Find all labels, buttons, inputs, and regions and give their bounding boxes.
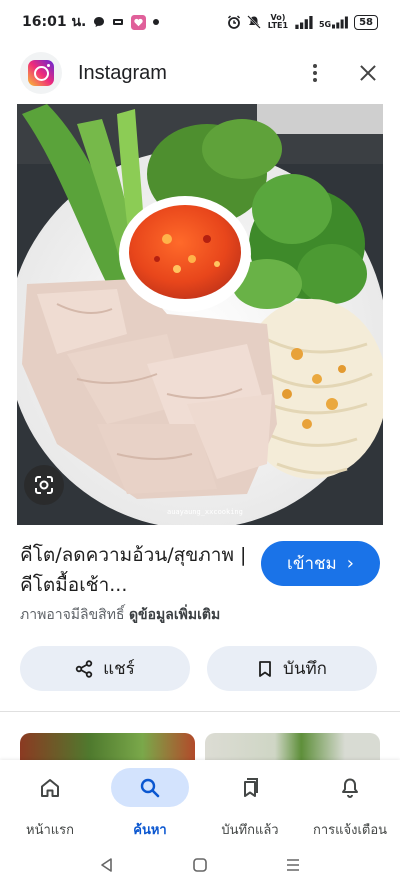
status-right: Vo) LTE1 5G 58 bbox=[227, 14, 378, 30]
saved-bookmarks-icon bbox=[211, 768, 289, 807]
network-5g-signal: 5G bbox=[319, 16, 348, 29]
result-image[interactable]: auayaung_xxcooking bbox=[17, 104, 383, 525]
google-lens-icon[interactable] bbox=[24, 465, 64, 505]
search-icon bbox=[111, 768, 189, 807]
recents-icon[interactable] bbox=[284, 856, 302, 874]
share-icon bbox=[75, 659, 93, 678]
header-actions bbox=[304, 61, 380, 85]
signal-strength-icon bbox=[295, 15, 313, 29]
nav-search[interactable]: ค้นหา bbox=[100, 760, 200, 840]
home-square-icon[interactable] bbox=[191, 856, 209, 874]
nav-home[interactable]: หน้าแรก bbox=[0, 760, 100, 840]
alarm-icon bbox=[227, 15, 240, 29]
nav-notifications[interactable]: การแจ้งเตือน bbox=[300, 760, 400, 840]
back-icon[interactable] bbox=[98, 856, 116, 874]
notification-dot-icon bbox=[153, 19, 160, 25]
share-button[interactable]: แชร์ bbox=[20, 646, 190, 691]
nav-saved[interactable]: บันทึกแล้ว bbox=[200, 760, 300, 840]
visit-label: เข้าชม bbox=[287, 554, 337, 574]
rights-text: ภาพอาจมีลิขสิทธิ์ bbox=[20, 607, 125, 623]
related-image-2[interactable] bbox=[205, 733, 380, 763]
network-5g-label: 5G bbox=[318, 19, 332, 29]
save-button[interactable]: บันทึก bbox=[207, 646, 377, 691]
volte-indicator: Vo) LTE1 bbox=[267, 13, 289, 30]
image-watermark: auayaung_xxcooking bbox=[167, 508, 243, 516]
bookmark-icon bbox=[259, 660, 271, 677]
share-label: แชร์ bbox=[103, 659, 135, 679]
signal-strength-icon-2 bbox=[332, 16, 348, 28]
copyright-notice: ภาพอาจมีลิขสิทธิ์ ดูข้อมูลเพิ่มเติม bbox=[20, 604, 220, 626]
nav-saved-label: บันทึกแล้ว bbox=[221, 823, 279, 838]
battery-level: 58 bbox=[354, 14, 378, 30]
visit-button[interactable]: เข้าชม › bbox=[261, 541, 380, 586]
status-bar: 16:01 น. Vo) LTE1 5G 58 bbox=[0, 0, 400, 44]
system-navigation-bar bbox=[0, 840, 400, 889]
result-title[interactable]: คีโต/ลดความอ้วน/สุขภาพ | คีโตมื้อเช้า... bbox=[20, 540, 255, 600]
nav-search-label: ค้นหา bbox=[133, 823, 167, 838]
nav-home-label: หน้าแรก bbox=[26, 823, 74, 838]
more-vert-icon[interactable] bbox=[304, 61, 326, 85]
home-icon bbox=[11, 768, 89, 807]
status-left: 16:01 น. bbox=[22, 11, 160, 33]
status-time: 16:01 น. bbox=[22, 14, 87, 30]
mute-bell-icon bbox=[247, 15, 261, 29]
app-badge-icon bbox=[131, 14, 147, 30]
close-icon[interactable] bbox=[356, 61, 380, 85]
more-info-link[interactable]: ดูข้อมูลเพิ่มเติม bbox=[129, 607, 220, 623]
bell-icon bbox=[311, 768, 389, 807]
nav-notifications-label: การแจ้งเตือน bbox=[312, 823, 388, 838]
chat-bubble-icon bbox=[94, 17, 105, 27]
section-divider bbox=[0, 711, 400, 712]
app-header: Instagram bbox=[0, 44, 400, 102]
chevron-right-icon: › bbox=[346, 553, 354, 574]
save-label: บันทึก bbox=[283, 659, 327, 679]
food-photo: auayaung_xxcooking bbox=[17, 104, 383, 525]
app-notification-icon bbox=[113, 19, 124, 25]
instagram-logo-icon[interactable] bbox=[20, 52, 62, 94]
bottom-navigation: หน้าแรก ค้นหา บันทึกแล้ว การแจ้งเตือน bbox=[0, 760, 400, 840]
related-image-1[interactable] bbox=[20, 733, 195, 763]
source-title[interactable]: Instagram bbox=[78, 62, 167, 85]
